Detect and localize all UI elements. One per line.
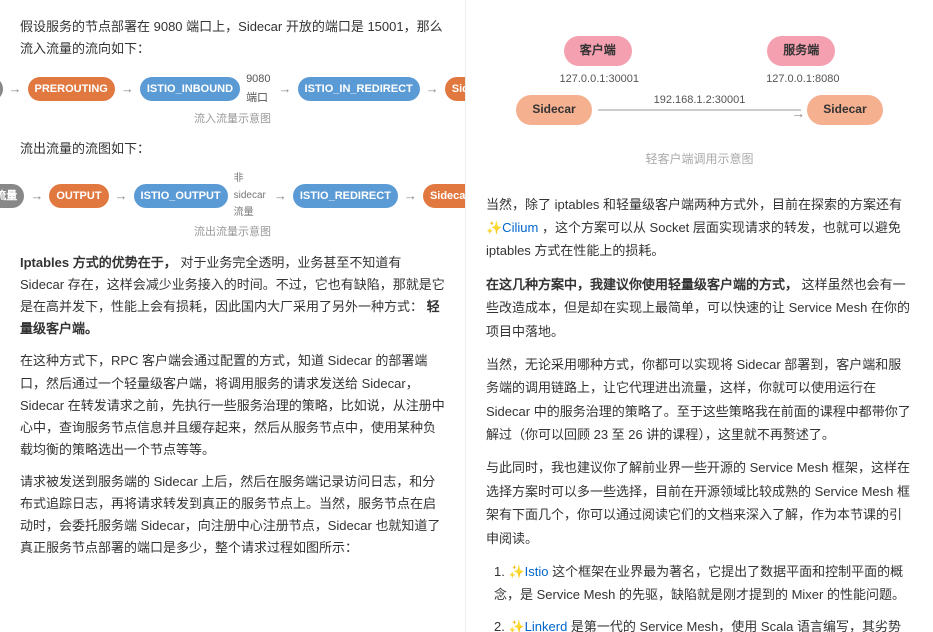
inflow-row: 数据流入 → PREROUTING → ISTIO_INBOUND 9080端口… bbox=[0, 70, 466, 107]
outflow-diagram: 流出流量 → OUTPUT → ISTIO_OUTPUT 非sidecar流量 … bbox=[20, 170, 445, 242]
right-p1: 当然，除了 iptables 和轻量级客户端两种方式外，目前在探索的方案还有 ✨… bbox=[486, 193, 913, 263]
right-p4: 与此同时，我也建议你了解前业界一些开源的 Service Mesh 框架，这样在… bbox=[486, 456, 913, 550]
arrow3: → bbox=[279, 78, 292, 100]
inflow-node-sidecar: Sidecar端口 bbox=[445, 77, 466, 102]
nd-sidecar-left: Sidecar bbox=[516, 95, 591, 125]
list-item-1: 1. ✨Istio 这个框架在业界最为著名，它提出了数据平面和控制平面的概念，是… bbox=[486, 560, 913, 607]
istio-link[interactable]: ✨Istio bbox=[508, 564, 548, 579]
inflow-node-prerouting: PREROUTING bbox=[28, 77, 115, 102]
right-p1b: ，这个方案可以从 Socket 层面实现请求的转发，也就可以避免 iptable… bbox=[486, 220, 901, 258]
out-arrow4: → bbox=[404, 185, 417, 207]
arrow1: → bbox=[9, 78, 22, 100]
inflow-node-start: 数据流入 bbox=[0, 77, 3, 102]
outflow-caption: 流出流量示意图 bbox=[194, 223, 271, 242]
nd-server-label: 服务端 bbox=[767, 36, 835, 66]
nd-client-label: 客户端 bbox=[564, 36, 632, 66]
list-item-2: 2. ✨Linkerd 是第一代的 Service Mesh，使用 Scala … bbox=[486, 615, 913, 632]
non-sidecar-label: 非sidecar流量 bbox=[234, 170, 266, 221]
nd-client-addr: 127.0.0.1:30001 bbox=[560, 70, 640, 90]
nd-sidecar-right: Sidecar bbox=[807, 95, 882, 125]
out-arrow3: → bbox=[274, 185, 287, 207]
linkerd-link[interactable]: ✨Linkerd bbox=[508, 619, 567, 632]
out-arrow2: → bbox=[115, 185, 128, 207]
nd-server-col: 服务端 bbox=[767, 36, 835, 66]
arrow4: → bbox=[426, 78, 439, 100]
network-diagram: 客户端 服务端 127.0.0.1:30001 127.0.0.1:8080 S… bbox=[486, 26, 913, 189]
nd-mid-addr: 192.168.1.2:30001 bbox=[654, 91, 746, 111]
outflow-intro: 流出流量的流图如下： bbox=[20, 138, 445, 160]
list-num-1: 1. bbox=[494, 564, 508, 579]
left-p3: 请求被发送到服务端的 Sidecar 上后，然后在服务端记录访问日志，和分布式追… bbox=[20, 471, 445, 559]
left-intro: 假设服务的节点部署在 9080 端口上，Sidecar 开放的端口是 15001… bbox=[20, 16, 445, 60]
left-p1: Iptables 方式的优势在于， 对于业务完全透明，业务甚至不知道有 Side… bbox=[20, 252, 445, 340]
inflow-node-redirect: ISTIO_IN_REDIRECT bbox=[298, 77, 420, 102]
outflow-node-istiooutput: ISTIO_OUTPUT bbox=[134, 184, 228, 209]
inflow-node-inbound: ISTIO_INBOUND bbox=[140, 77, 240, 102]
port-label: 9080端口 bbox=[246, 70, 270, 107]
link-list: 1. ✨Istio 这个框架在业界最为著名，它提出了数据平面和控制平面的概念，是… bbox=[486, 560, 913, 632]
nd-client-col: 客户端 bbox=[564, 36, 632, 66]
outflow-node-output: OUTPUT bbox=[49, 184, 108, 209]
nd-mid-row: Sidecar 192.168.1.2:30001 → Sidecar bbox=[516, 95, 882, 145]
inflow-diagram: 数据流入 → PREROUTING → ISTIO_INBOUND 9080端口… bbox=[20, 70, 445, 128]
nd-addr-row: 127.0.0.1:30001 127.0.0.1:8080 bbox=[496, 70, 903, 90]
right-p1-text: 当然，除了 iptables 和轻量级客户端两种方式外，目前在探索的方案还有 bbox=[486, 197, 902, 212]
nd-server-addr: 127.0.0.1:8080 bbox=[766, 70, 839, 90]
list-num-2: 2. bbox=[494, 619, 508, 632]
iptables-title: Iptables 方式的优势在于， bbox=[20, 255, 177, 270]
right-p2: 在这几种方案中，我建议你使用轻量级客户端的方式， 这样虽然也会有一些改造成本，但… bbox=[486, 273, 913, 343]
nd-arrow: → bbox=[791, 101, 805, 126]
outflow-node-sidecar: Sidecar端口 bbox=[423, 184, 466, 209]
nd-line: 192.168.1.2:30001 → bbox=[598, 109, 802, 111]
right-p3: 当然，无论采用哪种方式，你都可以实现将 Sidecar 部署到，客户端和服务端的… bbox=[486, 353, 913, 447]
arrow2: → bbox=[121, 78, 134, 100]
outflow-node-start: 流出流量 bbox=[0, 184, 24, 209]
out-arrow1: → bbox=[30, 185, 43, 207]
right-p2-bold: 在这几种方案中，我建议你使用轻量级客户端的方式， bbox=[486, 277, 798, 292]
nd-top-row: 客户端 服务端 bbox=[496, 36, 903, 66]
nd-caption: 轻客户端调用示意图 bbox=[645, 149, 753, 171]
list-text-1: 这个框架在业界最为著名，它提出了数据平面和控制平面的概念，是 Service M… bbox=[494, 564, 905, 602]
inflow-caption: 流入流量示意图 bbox=[194, 110, 271, 129]
cilium-link[interactable]: ✨Cilium bbox=[486, 220, 538, 235]
left-p2: 在这种方式下，RPC 客户端会通过配置的方式，知道 Sidecar 的部署端口，… bbox=[20, 350, 445, 460]
left-panel: 假设服务的节点部署在 9080 端口上，Sidecar 开放的端口是 15001… bbox=[0, 0, 466, 632]
outflow-node-istiored: ISTIO_REDIRECT bbox=[293, 184, 398, 209]
outflow-row: 流出流量 → OUTPUT → ISTIO_OUTPUT 非sidecar流量 … bbox=[0, 170, 466, 221]
right-panel: 客户端 服务端 127.0.0.1:30001 127.0.0.1:8080 S… bbox=[466, 0, 933, 632]
